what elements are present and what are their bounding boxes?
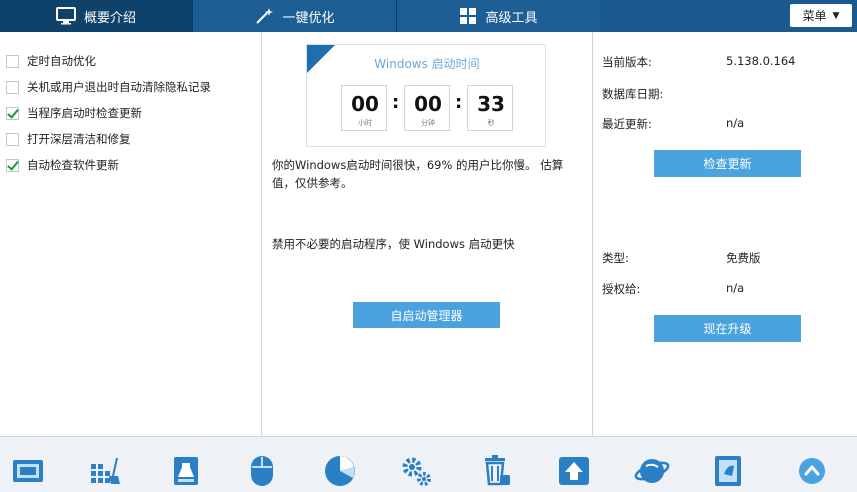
option-label: 打开深层清洁和修复 xyxy=(27,132,131,146)
checkbox[interactable] xyxy=(6,158,19,172)
menu-label: 菜单 xyxy=(802,9,827,23)
mouse-icon[interactable] xyxy=(244,453,280,489)
uninstall-icon[interactable] xyxy=(478,453,514,489)
version-info-panel: 当前版本: 5.138.0.164 数据库日期: 最近更新: n/a 检查更新 … xyxy=(593,32,857,436)
screen-icon[interactable] xyxy=(10,453,46,489)
type-label: 类型: xyxy=(602,251,629,265)
last-update-value: n/a xyxy=(726,116,745,130)
current-version-value: 5.138.0.164 xyxy=(726,54,796,68)
colon-separator: : xyxy=(392,92,400,113)
options-panel: 定时自动优化 关机或用户退出时自动清除隐私记录 当程序启动时检查更新 打开深层清… xyxy=(0,32,262,436)
license-value: n/a xyxy=(726,281,745,295)
type-value: 免费版 xyxy=(726,251,761,265)
minutes-unit: 分钟 xyxy=(421,119,435,127)
checkbox[interactable] xyxy=(6,80,19,94)
system-info-icon[interactable] xyxy=(710,453,746,489)
option-scheduled-optimize[interactable]: 定时自动优化 xyxy=(6,52,96,70)
option-label: 自动检查软件更新 xyxy=(27,158,119,172)
last-update-label: 最近更新: xyxy=(602,117,652,131)
seconds-box: 33 秒 xyxy=(467,85,513,131)
db-date-label: 数据库日期: xyxy=(602,87,664,101)
option-check-updates-on-start[interactable]: 当程序启动时检查更新 xyxy=(6,104,142,122)
seconds-value: 33 xyxy=(477,92,505,116)
tab-label: 高级工具 xyxy=(485,10,538,26)
tab-overview[interactable]: 概要介绍 xyxy=(0,0,192,32)
grid-icon xyxy=(459,7,477,25)
seconds-unit: 秒 xyxy=(487,119,495,127)
upload-icon[interactable] xyxy=(556,453,592,489)
minutes-box: 00 分钟 xyxy=(404,85,450,131)
hours-box: 00 小时 xyxy=(341,85,387,131)
top-navigation: 概要介绍 一键优化 高级工具 菜单 ▼ xyxy=(0,0,857,32)
check-update-button[interactable]: 检查更新 xyxy=(654,150,801,177)
tab-label: 一键优化 xyxy=(282,10,335,26)
tab-one-click-optimize[interactable]: 一键优化 xyxy=(193,0,396,32)
chevron-down-icon: ▼ xyxy=(832,10,840,21)
option-label: 当程序启动时检查更新 xyxy=(27,106,142,120)
option-label: 定时自动优化 xyxy=(27,54,96,68)
registry-cleaner-icon[interactable] xyxy=(88,453,124,489)
internet-icon[interactable] xyxy=(634,453,670,489)
menu-button[interactable]: 菜单 ▼ xyxy=(790,4,852,27)
checkbox[interactable] xyxy=(6,106,19,120)
monitor-icon xyxy=(55,7,76,25)
tab-advanced-tools[interactable]: 高级工具 xyxy=(397,0,600,32)
upgrade-button[interactable]: 现在升级 xyxy=(654,315,801,342)
magic-wand-icon xyxy=(254,7,274,25)
option-label: 关机或用户退出时自动清除隐私记录 xyxy=(27,80,211,94)
disk-usage-icon[interactable] xyxy=(322,453,358,489)
checkbox[interactable] xyxy=(6,54,19,68)
startup-manager-button[interactable]: 自启动管理器 xyxy=(353,302,500,328)
boot-time-info: 你的Windows启动时间很快，69% 的用户比你慢。 估算值，仅供参考。 xyxy=(272,158,564,190)
bottom-toolbar xyxy=(0,436,857,492)
checkbox[interactable] xyxy=(6,132,19,146)
boot-timer-title: Windows 启动时间 xyxy=(374,57,480,71)
boot-time-panel: Windows 启动时间 00 小时 : 00 分钟 : 33 秒 你的Wind… xyxy=(262,32,593,436)
tab-label: 概要介绍 xyxy=(83,10,136,26)
license-label: 授权给: xyxy=(602,282,641,296)
current-version-label: 当前版本: xyxy=(602,55,652,69)
option-deep-clean-repair[interactable]: 打开深层清洁和修复 xyxy=(6,130,131,148)
option-clear-privacy-on-shutdown[interactable]: 关机或用户退出时自动清除隐私记录 xyxy=(6,78,211,96)
settings-gears-icon[interactable] xyxy=(398,453,434,489)
option-auto-check-software-updates[interactable]: 自动检查软件更新 xyxy=(6,156,119,174)
hours-unit: 小时 xyxy=(358,119,372,127)
colon-separator: : xyxy=(455,92,463,113)
up-arrow-icon[interactable] xyxy=(794,453,830,489)
minutes-value: 00 xyxy=(414,92,442,116)
startup-tip: 禁用不必要的启动程序，使 Windows 启动更快 xyxy=(272,237,515,251)
hours-value: 00 xyxy=(351,92,379,116)
boot-timer-card: Windows 启动时间 00 小时 : 00 分钟 : 33 秒 xyxy=(306,44,546,147)
disk-cleaner-icon[interactable] xyxy=(168,453,204,489)
